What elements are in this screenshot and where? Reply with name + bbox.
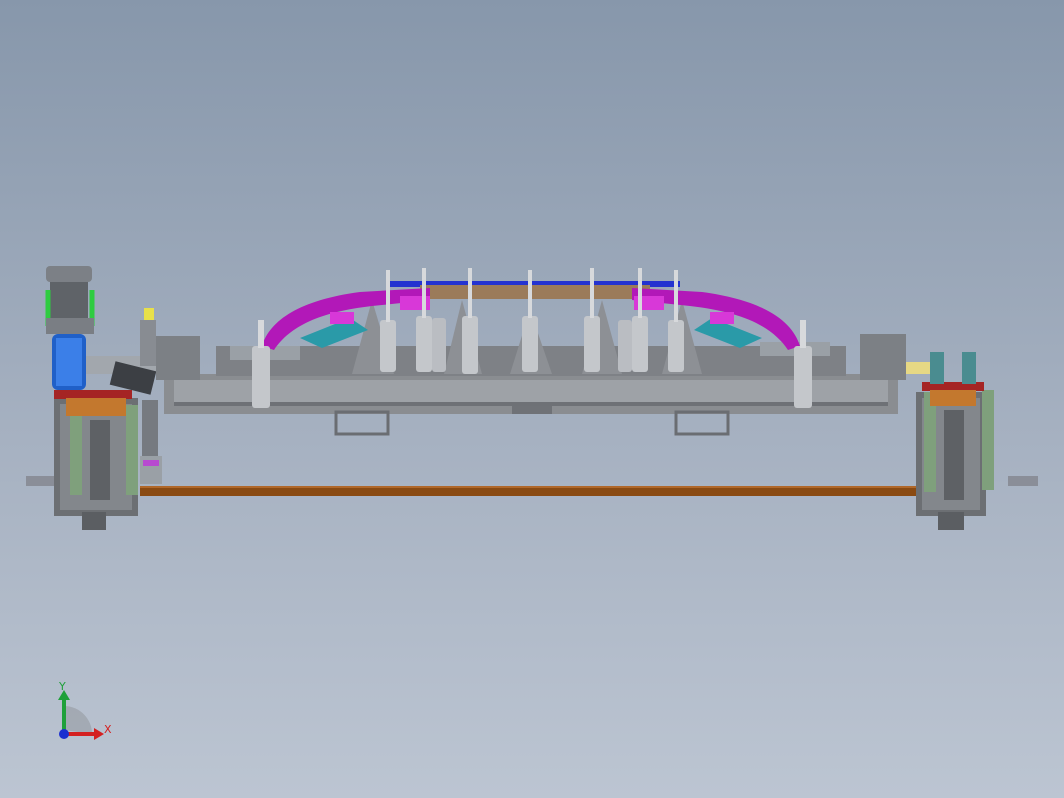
y-axis-label: Y	[58, 680, 66, 693]
x-axis-label: X	[104, 723, 112, 736]
axis-triad: Y X	[58, 680, 112, 740]
floor-rail	[26, 476, 1038, 486]
z-axis-marker	[59, 729, 69, 739]
cad-viewport[interactable]: Y X	[0, 0, 1064, 798]
drive-shaft	[140, 486, 920, 496]
assembly-drawing: Y X	[26, 266, 1038, 740]
right-stand	[904, 352, 994, 530]
